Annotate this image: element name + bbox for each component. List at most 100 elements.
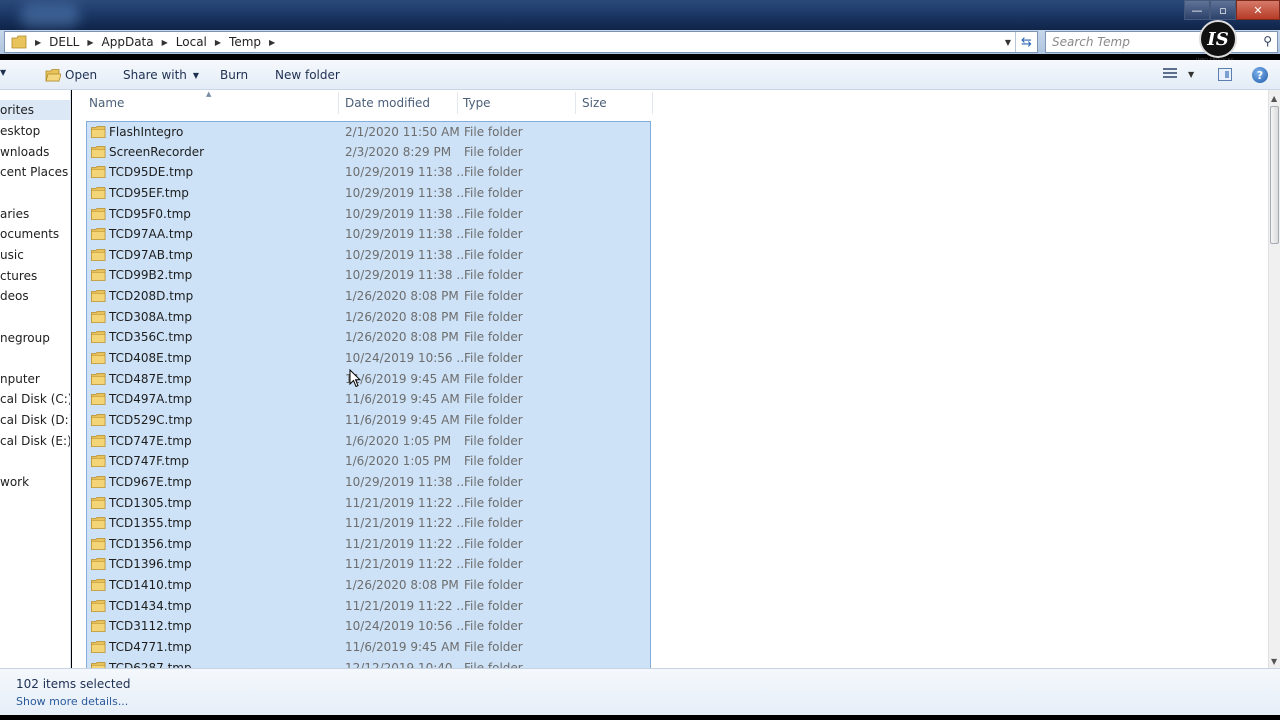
column-divider[interactable]: [575, 92, 576, 114]
file-row[interactable]: TCD408E.tmp 10/24/2019 10:56 ... File fold…: [86, 348, 651, 369]
file-type: File folder: [464, 144, 523, 159]
file-row[interactable]: TCD747F.tmp 1/6/2020 1:05 PM File folder: [86, 451, 651, 472]
column-header-name[interactable]: Name: [89, 96, 124, 110]
breadcrumb-temp[interactable]: Temp: [229, 35, 261, 49]
search-placeholder: Search Temp: [1052, 35, 1130, 49]
address-row: ▶ DELL ▶ AppData ▶ Local ▶ Temp ▶ ▼ ⇆ Se…: [0, 30, 1280, 54]
file-name: TCD529C.tmp: [109, 412, 193, 427]
file-row[interactable]: TCD1410.tmp 1/26/2020 8:08 PM File folder: [86, 575, 651, 596]
nav-computer[interactable]: nputer: [0, 372, 40, 386]
file-date-modified: 10/29/2019 11:38 ...: [345, 227, 468, 242]
file-row[interactable]: TCD208D.tmp 1/26/2020 8:08 PM File folder: [86, 286, 651, 307]
column-divider[interactable]: [338, 92, 339, 114]
minimize-button[interactable]: —: [1184, 0, 1210, 20]
preview-pane-icon[interactable]: [1218, 68, 1232, 81]
column-divider[interactable]: [652, 92, 653, 114]
file-type: File folder: [464, 578, 523, 593]
share-with-button[interactable]: Share with ▼: [123, 68, 199, 82]
change-view-icon[interactable]: [1163, 68, 1177, 80]
file-row[interactable]: TCD4771.tmp 11/6/2019 9:45 AM File folder: [86, 637, 651, 658]
nav-desktop[interactable]: esktop: [0, 124, 40, 138]
file-row[interactable]: FlashIntegro 2/1/2020 11:50 AM File folder: [86, 121, 651, 142]
nav-local-disk-e[interactable]: cal Disk (E:): [0, 434, 70, 448]
file-list-pane: ▲ Name Date modified Type Size FlashInte…: [72, 90, 1268, 668]
help-icon[interactable]: ?: [1252, 67, 1268, 83]
file-row[interactable]: TCD95F0.tmp 10/29/2019 11:38 ... File fold…: [86, 203, 651, 225]
file-row[interactable]: TCD97AA.tmp 10/29/2019 11:38 ... File fold…: [86, 224, 651, 245]
show-more-details-link[interactable]: Show more details...: [16, 695, 128, 708]
file-row[interactable]: TCD967E.tmp 10/29/2019 11:38 ... File fold…: [86, 471, 651, 493]
file-row[interactable]: TCD95DE.tmp 10/29/2019 11:38 ... File fold…: [86, 162, 651, 183]
breadcrumb-separator-icon[interactable]: ▶: [87, 38, 93, 47]
breadcrumb-appdata[interactable]: AppData: [102, 35, 154, 49]
file-row[interactable]: TCD308A.tmp 1/26/2020 8:08 PM File folder: [86, 306, 651, 328]
file-name: TCD4771.tmp: [109, 640, 192, 655]
file-row[interactable]: TCD1355.tmp 11/21/2019 11:22 ... File fold…: [86, 513, 651, 534]
nav-music[interactable]: usic: [0, 248, 24, 262]
file-row[interactable]: TCD487E.tmp 11/6/2019 9:45 AM File folder: [86, 368, 651, 390]
file-row[interactable]: TCD1356.tmp 11/21/2019 11:22 ... File fold…: [86, 533, 651, 555]
file-row[interactable]: TCD747E.tmp 1/6/2020 1:05 PM File folder: [86, 430, 651, 452]
burn-button[interactable]: Burn: [220, 68, 248, 82]
breadcrumb-separator-icon[interactable]: ▶: [215, 38, 221, 47]
scrollbar-thumb[interactable]: [1270, 106, 1279, 244]
nav-recent-places[interactable]: cent Places: [0, 165, 68, 179]
nav-videos[interactable]: deos: [0, 289, 29, 303]
file-type: File folder: [464, 495, 523, 510]
file-date-modified: 1/6/2020 1:05 PM: [345, 433, 452, 448]
column-header-size[interactable]: Size: [582, 96, 607, 110]
new-folder-button[interactable]: New folder: [275, 68, 340, 82]
search-input[interactable]: Search Temp ⚲: [1045, 31, 1278, 53]
vertical-scrollbar[interactable]: ▲ ▼: [1268, 90, 1280, 668]
nav-libraries[interactable]: aries: [0, 207, 29, 221]
file-date-modified: 10/29/2019 11:38 ...: [345, 206, 468, 221]
breadcrumb-separator-icon[interactable]: ▶: [35, 38, 41, 47]
file-row[interactable]: ScreenRecorder 2/3/2020 8:29 PM File folde…: [86, 141, 651, 163]
file-date-modified: 11/21/2019 11:22 ...: [345, 516, 468, 531]
column-divider[interactable]: [457, 92, 458, 114]
close-button[interactable]: ✕: [1236, 0, 1280, 20]
nav-network[interactable]: work: [0, 475, 29, 489]
nav-downloads[interactable]: wnloads: [0, 145, 49, 159]
nav-pictures[interactable]: ctures: [0, 269, 37, 283]
file-name: TCD208D.tmp: [109, 289, 194, 304]
search-icon[interactable]: ⚲: [1263, 34, 1272, 48]
breadcrumb-separator-icon[interactable]: ▶: [269, 38, 275, 47]
address-dropdown-icon[interactable]: ▼: [1005, 38, 1011, 47]
column-header-type[interactable]: Type: [463, 96, 491, 110]
column-header-date-modified[interactable]: Date modified: [345, 96, 430, 110]
file-row[interactable]: TCD99B2.tmp 10/29/2019 11:38 ... File fold…: [86, 265, 651, 287]
nav-local-disk-d[interactable]: cal Disk (D:): [0, 413, 70, 427]
maximize-button[interactable]: ▫: [1210, 0, 1236, 20]
breadcrumb-dell[interactable]: DELL: [49, 35, 79, 49]
folder-icon: [91, 496, 106, 509]
file-row[interactable]: TCD3112.tmp 10/24/2019 10:56 ... File fold…: [86, 616, 651, 638]
breadcrumb-local[interactable]: Local: [176, 35, 207, 49]
view-dropdown-icon[interactable]: ▼: [1188, 70, 1194, 79]
refresh-icon[interactable]: ⇆: [1015, 32, 1037, 52]
file-type: File folder: [464, 557, 523, 572]
file-row[interactable]: TCD6287.tmp 12/12/2019 10:40 ... File fold…: [86, 657, 651, 668]
file-row[interactable]: TCD1434.tmp 11/21/2019 11:22 ... File fold…: [86, 595, 651, 617]
organize-dropdown-icon[interactable]: ▼: [0, 68, 6, 77]
file-row[interactable]: TCD97AB.tmp 10/29/2019 11:38 ... File fold…: [86, 244, 651, 266]
nav-homegroup[interactable]: negroup: [0, 331, 50, 345]
file-row[interactable]: TCD529C.tmp 11/6/2019 9:45 AM File folder: [86, 409, 651, 431]
file-row[interactable]: TCD356C.tmp 1/26/2020 8:08 PM File folder: [86, 327, 651, 349]
file-name: FlashIntegro: [109, 125, 184, 139]
nav-local-disk-c[interactable]: cal Disk (C:): [0, 392, 70, 406]
file-row[interactable]: TCD497A.tmp 11/6/2019 9:45 AM File folder: [86, 389, 651, 410]
file-row[interactable]: TCD1396.tmp 11/21/2019 11:22 ... File fold…: [86, 554, 651, 576]
file-type: File folder: [464, 392, 523, 407]
file-date-modified: 10/24/2019 10:56 ...: [345, 351, 468, 366]
nav-documents[interactable]: ocuments: [0, 227, 59, 241]
scroll-up-icon[interactable]: ▲: [1271, 94, 1277, 103]
file-row[interactable]: TCD95EF.tmp 10/29/2019 11:38 ... File fold…: [86, 182, 651, 204]
address-bar[interactable]: ▶ DELL ▶ AppData ▶ Local ▶ Temp ▶ ▼ ⇆: [4, 31, 1038, 53]
breadcrumb-separator-icon[interactable]: ▶: [162, 38, 168, 47]
column-header-row: ▲ Name Date modified Type Size: [72, 90, 1268, 116]
nav-favorites[interactable]: orites: [0, 100, 70, 120]
scroll-down-icon[interactable]: ▼: [1271, 657, 1277, 666]
file-row[interactable]: TCD1305.tmp 11/21/2019 11:22 ... File fold…: [86, 492, 651, 514]
open-button[interactable]: Open: [45, 68, 97, 82]
